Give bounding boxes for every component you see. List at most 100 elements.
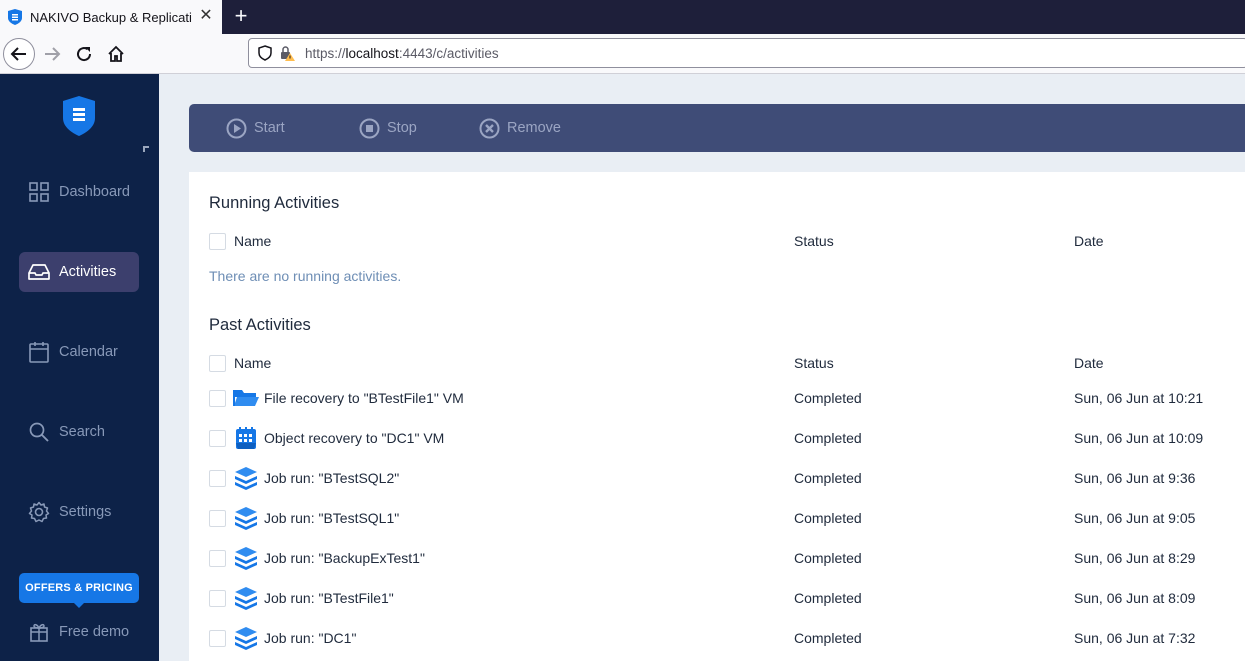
sidebar-item-label: Free demo <box>59 624 130 640</box>
activity-name[interactable]: Job run: "BackupExTest1" <box>264 550 425 566</box>
past-header-row: Name Status Date <box>209 351 1245 375</box>
activity-status: Completed <box>794 470 862 486</box>
new-tab-icon[interactable]: + <box>230 4 252 28</box>
activity-name[interactable]: Job run: "BTestSQL1" <box>264 510 399 526</box>
activity-date: Sun, 06 Jun at 7:32 <box>1074 630 1196 646</box>
reload-button[interactable] <box>68 38 100 70</box>
sidebar-item-label: Calendar <box>59 344 118 360</box>
row-checkbox[interactable] <box>209 550 226 567</box>
remove-label: Remove <box>507 120 561 136</box>
activity-date: Sun, 06 Jun at 9:36 <box>1074 470 1196 486</box>
column-name[interactable]: Name <box>234 355 271 371</box>
activity-date: Sun, 06 Jun at 8:29 <box>1074 550 1196 566</box>
table-row[interactable]: Job run: "BTestSQL1" Completed Sun, 06 J… <box>209 506 1245 530</box>
column-name[interactable]: Name <box>234 233 271 249</box>
activity-status: Completed <box>794 510 862 526</box>
layers-icon <box>235 587 257 610</box>
forward-button[interactable] <box>36 38 68 70</box>
browser-tab-bar: NAKIVO Backup & Replication ✕ + <box>0 0 1245 34</box>
activity-date: Sun, 06 Jun at 10:21 <box>1074 390 1204 406</box>
activity-name[interactable]: Job run: "BTestSQL2" <box>264 470 399 486</box>
sidebar-item-label: Dashboard <box>59 184 130 200</box>
address-bar[interactable]: https://localhost:4443/c/activities <box>248 38 1245 68</box>
sidebar-item-search[interactable]: Search <box>19 412 139 452</box>
select-all-running-checkbox[interactable] <box>209 233 226 250</box>
browser-tab-title: NAKIVO Backup & Replication <box>30 9 192 25</box>
activity-status: Completed <box>794 630 862 646</box>
column-date[interactable]: Date <box>1074 355 1104 371</box>
offers-caret <box>73 602 85 608</box>
activity-name[interactable]: File recovery to "BTestFile1" VM <box>264 390 464 406</box>
stop-button[interactable]: Stop <box>359 104 417 152</box>
table-row[interactable]: Object recovery to "DC1" VM Completed Su… <box>209 426 1245 450</box>
stop-circle-icon <box>359 118 380 138</box>
layers-icon <box>235 627 257 650</box>
table-row[interactable]: Job run: "BTestFile1" Completed Sun, 06 … <box>209 586 1245 610</box>
past-activities-title: Past Activities <box>209 316 311 334</box>
layers-icon <box>235 467 257 490</box>
table-row[interactable]: Job run: "BTestSQL2" Completed Sun, 06 J… <box>209 466 1245 490</box>
object-recovery-icon <box>236 427 256 449</box>
row-checkbox[interactable] <box>209 390 226 407</box>
row-checkbox[interactable] <box>209 510 226 527</box>
sidebar-item-free-demo[interactable]: Free demo <box>19 612 139 652</box>
url-path: :4443/c/activities <box>398 45 499 61</box>
remove-button[interactable]: Remove <box>479 104 561 152</box>
table-row[interactable]: Job run: "DC1" Completed Sun, 06 Jun at … <box>209 626 1245 650</box>
activity-date: Sun, 06 Jun at 10:09 <box>1074 430 1204 446</box>
row-checkbox[interactable] <box>209 470 226 487</box>
select-all-past-checkbox[interactable] <box>209 355 226 372</box>
gear-icon <box>28 501 50 523</box>
layers-icon <box>235 547 257 570</box>
column-status[interactable]: Status <box>794 233 834 249</box>
table-row[interactable]: Job run: "BackupExTest1" Completed Sun, … <box>209 546 1245 570</box>
start-label: Start <box>254 120 285 136</box>
activity-status: Completed <box>794 430 862 446</box>
activities-panel: Running Activities Name Status Date Ther… <box>189 172 1245 661</box>
start-button[interactable]: Start <box>226 104 285 152</box>
gift-icon <box>28 621 50 643</box>
grid-icon <box>28 181 50 203</box>
calendar-icon <box>28 341 50 363</box>
sidebar-item-calendar[interactable]: Calendar <box>19 332 139 372</box>
sidebar-item-label: Settings <box>59 504 112 520</box>
remove-circle-icon <box>479 118 500 138</box>
activity-status: Completed <box>794 590 862 606</box>
lock-warning-icon[interactable] <box>279 45 295 61</box>
sidebar: Dashboard Activities Calendar Search Set… <box>0 74 159 661</box>
column-date[interactable]: Date <box>1074 233 1104 249</box>
close-tab-icon[interactable]: ✕ <box>198 8 214 24</box>
sidebar-item-label: Search <box>59 424 105 440</box>
url-text: https://localhost:4443/c/activities <box>305 46 499 61</box>
offers-pricing-button[interactable]: OFFERS & PRICING <box>19 573 139 603</box>
activities-toolbar: Start Stop Remove <box>189 104 1245 152</box>
nakivo-logo-icon[interactable] <box>63 96 95 136</box>
inbox-icon <box>28 261 50 283</box>
shield-icon[interactable] <box>257 45 273 61</box>
browser-nav-bar: https://localhost:4443/c/activities <box>0 34 1245 74</box>
activity-name[interactable]: Object recovery to "DC1" VM <box>264 430 444 446</box>
row-checkbox[interactable] <box>209 430 226 447</box>
sidebar-item-dashboard[interactable]: Dashboard <box>19 172 139 212</box>
stop-label: Stop <box>387 120 417 136</box>
column-status[interactable]: Status <box>794 355 834 371</box>
activity-name[interactable]: Job run: "BTestFile1" <box>264 590 394 606</box>
sidebar-item-settings[interactable]: Settings <box>19 492 139 532</box>
activity-name[interactable]: Job run: "DC1" <box>264 630 356 646</box>
reload-icon <box>77 47 92 62</box>
url-scheme: https:// <box>305 45 346 61</box>
activity-date: Sun, 06 Jun at 8:09 <box>1074 590 1196 606</box>
browser-tab[interactable]: NAKIVO Backup & Replication ✕ <box>0 0 222 34</box>
row-checkbox[interactable] <box>209 630 226 647</box>
running-header-row: Name Status Date <box>209 229 1245 253</box>
play-circle-icon <box>226 118 247 138</box>
row-checkbox[interactable] <box>209 590 226 607</box>
activity-status: Completed <box>794 550 862 566</box>
sidebar-item-activities[interactable]: Activities <box>19 252 139 292</box>
activity-date: Sun, 06 Jun at 9:05 <box>1074 510 1196 526</box>
home-button[interactable] <box>100 38 132 70</box>
sidebar-item-label: Activities <box>59 264 117 280</box>
table-row[interactable]: File recovery to "BTestFile1" VM Complet… <box>209 386 1245 410</box>
back-button[interactable] <box>3 38 35 70</box>
collapse-sidebar-icon[interactable] <box>143 146 149 152</box>
